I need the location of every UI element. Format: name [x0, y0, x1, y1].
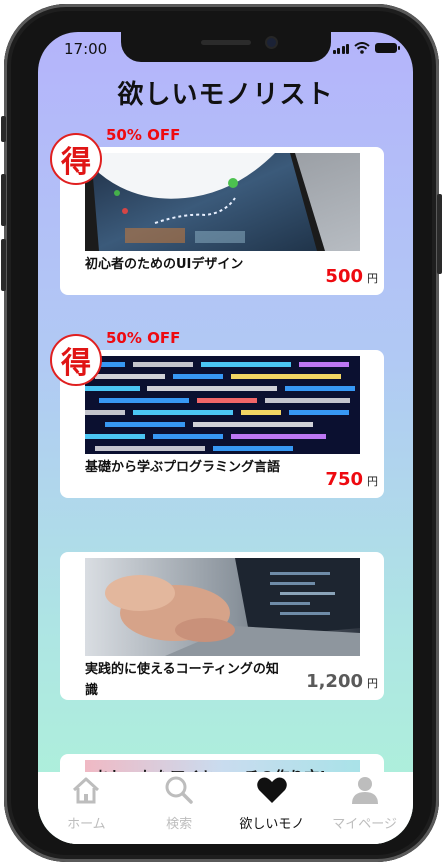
- volume-down-button: [1, 239, 6, 291]
- price-value: 1,200: [306, 671, 363, 692]
- volume-up-button: [1, 174, 6, 226]
- speaker: [201, 40, 251, 45]
- tab-label: マイページ: [332, 817, 397, 832]
- deal-badge: 得: [50, 334, 102, 386]
- product-price: 500 円: [325, 266, 378, 287]
- product-name: 基礎から学ぶプログラミング言語: [85, 460, 281, 475]
- home-icon: [70, 775, 102, 805]
- tab-label: ホーム: [67, 817, 106, 832]
- notch: [121, 32, 331, 62]
- discount-label: 50% OFF: [106, 126, 181, 144]
- search-icon: [163, 775, 195, 805]
- price-currency: 円: [367, 272, 378, 285]
- product-image: [85, 153, 360, 251]
- tab-bar: ホーム 検索 欲しいモノ マイページ: [38, 772, 413, 844]
- status-icons: [332, 42, 400, 54]
- tab-wishlist[interactable]: 欲しいモノ: [229, 772, 314, 844]
- tab-search[interactable]: 検索: [137, 772, 222, 844]
- product-card[interactable]: 実践的に使えるコーティングの知識 1,200 円: [60, 552, 384, 700]
- mute-switch: [1, 116, 6, 142]
- product-card[interactable]: 初心者のためのUIデザイン 500 円: [60, 147, 384, 295]
- product-price: 750 円: [325, 469, 378, 490]
- price-value: 500: [325, 266, 363, 287]
- power-button: [437, 194, 442, 274]
- user-icon: [349, 775, 381, 805]
- tab-home[interactable]: ホーム: [44, 772, 129, 844]
- product-image: [85, 356, 360, 454]
- product-card[interactable]: 基礎から学ぶプログラミング言語 750 円: [60, 350, 384, 498]
- product-image: [85, 558, 360, 656]
- page-title: 欲しいモノリスト: [117, 80, 334, 110]
- product-name: 初心者のためのUIデザイン: [85, 257, 244, 272]
- deal-badge: 得: [50, 133, 102, 185]
- heart-icon: [256, 775, 288, 805]
- signal-icon: [332, 43, 349, 54]
- status-time: 17:00: [64, 40, 108, 58]
- front-camera: [267, 38, 276, 47]
- battery-icon: [375, 43, 400, 53]
- discount-label: 50% OFF: [106, 329, 181, 347]
- price-currency: 円: [367, 677, 378, 690]
- tab-mypage[interactable]: マイページ: [322, 772, 407, 844]
- product-name: 実践的に使えるコーティングの知識: [85, 662, 279, 698]
- app-screen: 17:00 欲しいモノリスト 得 50% OFF 初心者のためのUIデザイン 5…: [38, 32, 413, 844]
- price-currency: 円: [367, 475, 378, 488]
- wifi-icon: [354, 42, 370, 54]
- tab-label: 欲しいモノ: [239, 817, 305, 832]
- product-price: 1,200 円: [306, 671, 378, 692]
- tab-label: 検索: [166, 817, 193, 832]
- price-value: 750: [325, 469, 363, 490]
- phone-frame: 17:00 欲しいモノリスト 得 50% OFF 初心者のためのUIデザイン 5…: [1, 4, 442, 862]
